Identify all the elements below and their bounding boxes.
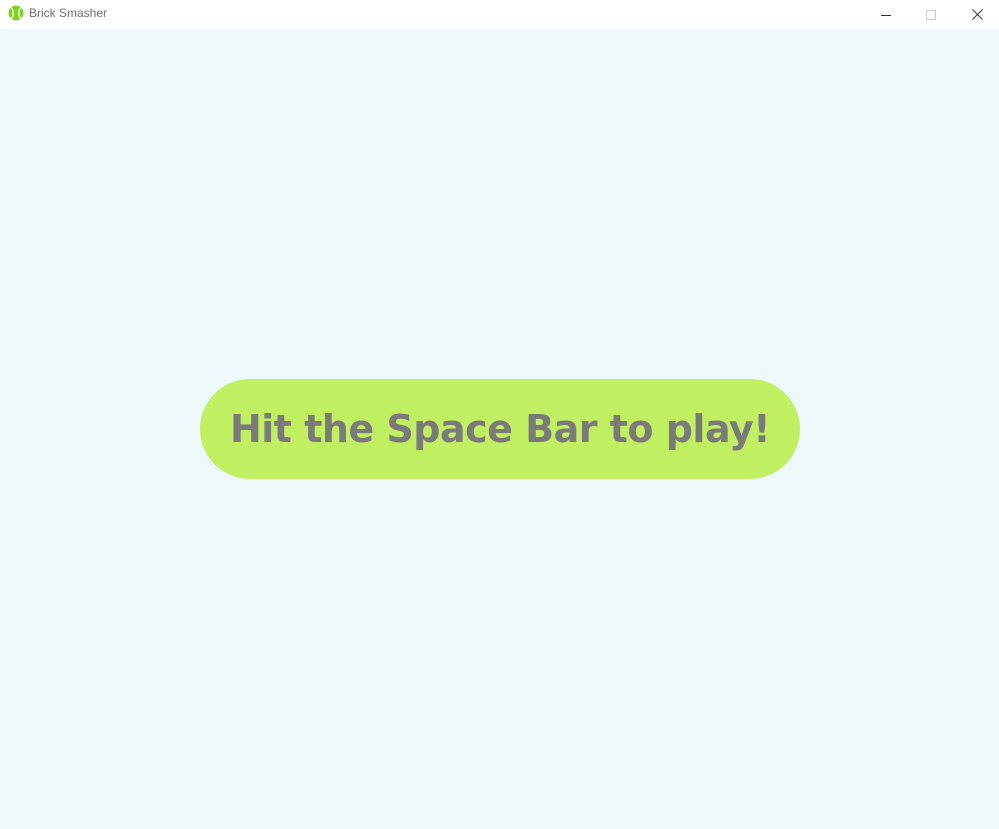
app-window: Brick Smasher Hit the Space Bar to play! [0,0,999,829]
start-prompt-text: Hit the Space Bar to play! [229,407,771,451]
maximize-icon [926,9,936,20]
game-canvas[interactable]: Hit the Space Bar to play! [0,29,999,829]
maximize-button[interactable] [908,0,954,29]
close-button[interactable] [954,0,999,29]
window-title: Brick Smasher [29,6,108,20]
close-icon [971,9,983,20]
minimize-icon [881,14,891,16]
tennis-ball-icon [8,5,24,21]
minimize-button[interactable] [863,0,909,29]
title-bar[interactable]: Brick Smasher [0,0,999,29]
start-prompt-banner: Hit the Space Bar to play! [200,379,800,479]
